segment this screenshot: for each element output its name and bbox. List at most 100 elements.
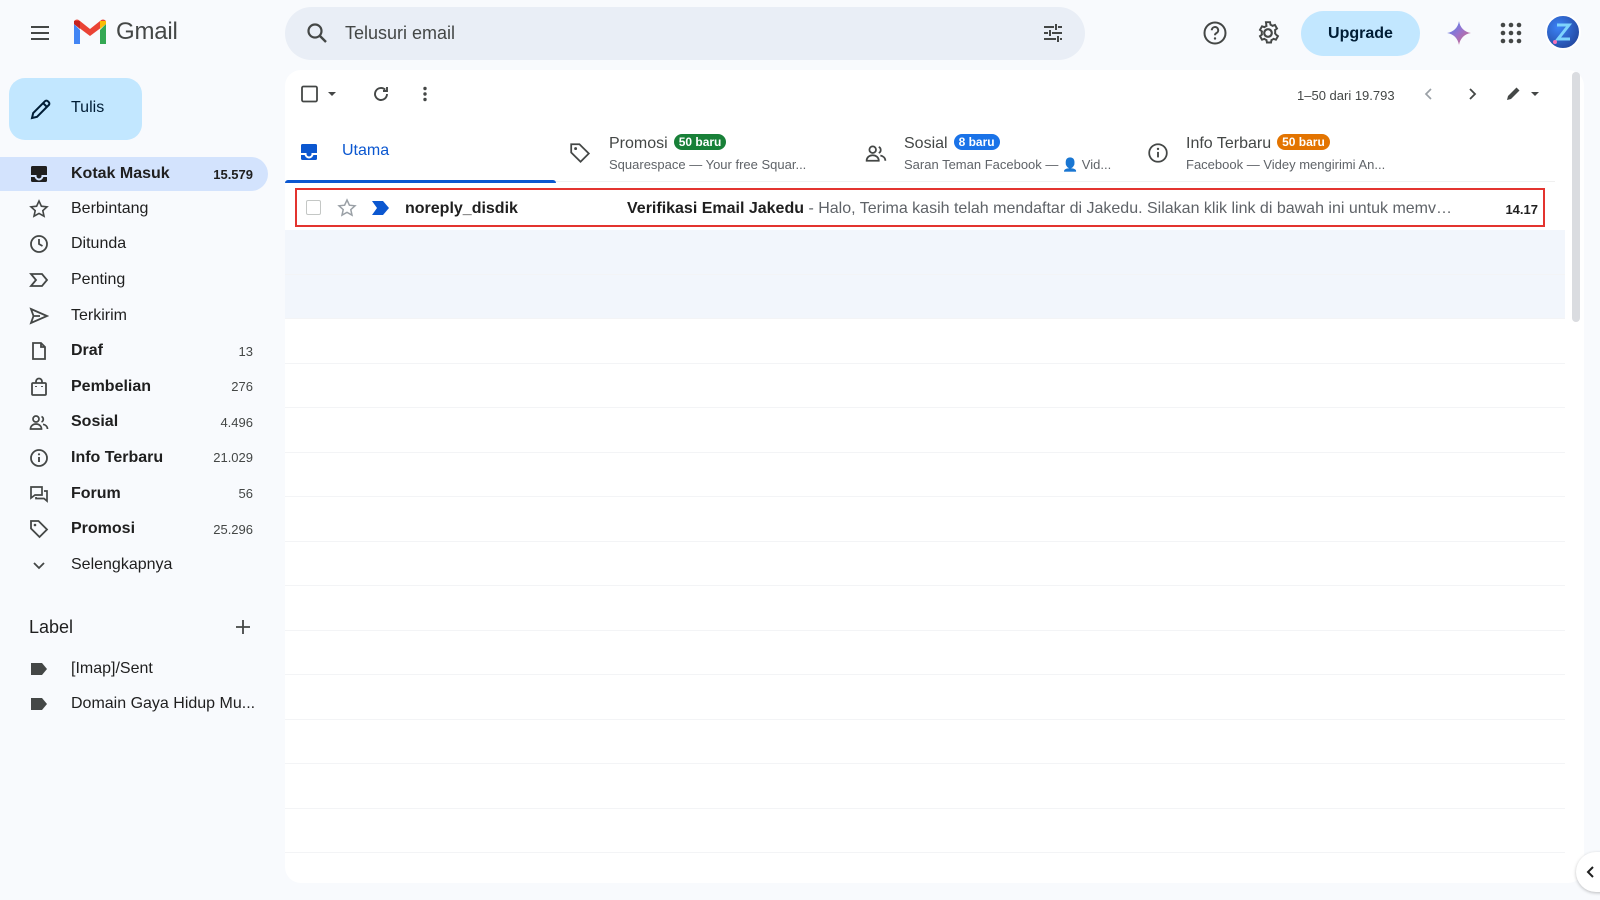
chevron-left-icon [1586, 866, 1594, 878]
sidebar-item-starred[interactable]: Berbintang [0, 191, 268, 227]
list-row-placeholder [285, 364, 1565, 408]
email-row[interactable]: noreply_disdik Verifikasi Email Jakedu -… [295, 188, 1545, 227]
refresh-icon [374, 87, 388, 101]
sidebar-item-inbox[interactable]: Kotak Masuk 15.579 [0, 157, 268, 191]
sidebar-item-sent[interactable]: Terkirim [0, 298, 268, 334]
avatar-image [1553, 23, 1573, 44]
sidebar-item-more[interactable]: Selengkapnya [0, 547, 268, 583]
sidebar-item-label: Pembelian [71, 377, 152, 395]
sidebar-item-updates[interactable]: Info Terbaru 21.029 [0, 440, 268, 476]
forum-icon [29, 484, 49, 504]
select-all-checkbox[interactable] [293, 76, 349, 112]
search-options-icon[interactable] [1041, 21, 1065, 45]
account-avatar[interactable] [1545, 14, 1581, 50]
sidebar-item-label: Kotak Masuk [71, 165, 170, 182]
help-icon [1203, 21, 1227, 45]
gemini-sparkle-icon [1447, 21, 1471, 45]
star-toggle-icon[interactable] [337, 198, 357, 218]
support-button[interactable] [1195, 13, 1235, 53]
chevron-right-icon [1469, 88, 1477, 100]
label-item-imap-sent[interactable]: [Imap]/Sent [0, 651, 268, 687]
chevron-down-icon [29, 555, 49, 575]
email-time: 14.17 [1505, 202, 1538, 217]
gemini-button[interactable] [1439, 13, 1479, 53]
mail-toolbar: 1–50 dari 19.793 [285, 70, 1584, 118]
more-options-button[interactable] [407, 76, 443, 112]
scrollbar-thumb[interactable] [1572, 72, 1580, 322]
tab-updates[interactable]: Info Terbaru 50 baru Facebook — Videy men… [1147, 126, 1437, 182]
label-icon [29, 659, 49, 679]
upgrade-button[interactable]: Upgrade [1301, 11, 1420, 56]
settings-button[interactable] [1248, 13, 1288, 53]
google-apps-button[interactable] [1491, 13, 1531, 53]
email-snippet: Verifikasi Email Jakedu - Halo, Terima k… [627, 200, 1457, 218]
people-icon [865, 142, 887, 164]
email-select-checkbox[interactable] [306, 200, 321, 215]
sidebar-item-social[interactable]: Sosial 4.496 [0, 405, 268, 441]
inbox-icon [299, 142, 319, 162]
important-icon [29, 270, 49, 290]
tab-subtitle: Saran Teman Facebook — 👤 Vid... [904, 157, 1112, 172]
sidebar-item-forums[interactable]: Forum 56 [0, 476, 268, 512]
sidebar-item-snoozed[interactable]: Ditunda [0, 227, 268, 263]
label-item-domain-gaya-hidup[interactable]: Domain Gaya Hidup Mu... [0, 687, 268, 723]
list-row-placeholder [285, 408, 1565, 453]
app-name: Gmail [116, 18, 178, 45]
main-menu-button[interactable] [20, 13, 60, 53]
compose-button[interactable]: Tulis [9, 78, 142, 140]
category-tabs: Utama Promosi 50 baru Squarespace — Your … [285, 126, 1555, 183]
tab-primary[interactable]: Utama [285, 126, 556, 183]
tab-subtitle: Facebook — Videy mengirimi An... [1186, 157, 1386, 172]
sidebar-item-count: 276 [231, 379, 253, 395]
newer-page-button[interactable] [1411, 76, 1447, 112]
mail-list-scrollbar[interactable] [1568, 70, 1584, 883]
label-item-name: [Imap]/Sent [71, 659, 153, 677]
sidebar-item-promotions[interactable]: Promosi 25.296 [0, 511, 268, 547]
sidebar-item-count: 13 [238, 343, 253, 359]
new-count-badge: 8 baru [953, 134, 1000, 150]
list-row-placeholder [285, 631, 1565, 675]
sidebar-item-purchases[interactable]: Pembelian 276 [0, 369, 268, 405]
compose-label: Tulis [71, 99, 105, 116]
info-icon [1147, 142, 1169, 164]
gmail-logo[interactable]: Gmail [72, 18, 178, 46]
refresh-button[interactable] [363, 76, 399, 112]
clock-icon [29, 234, 49, 254]
mail-list-panel: 1–50 dari 19.793 Utama Promosi 50 baru Sq… [285, 70, 1584, 883]
tab-promotions[interactable]: Promosi 50 baru Squarespace — Your free S… [569, 126, 839, 182]
tab-subtitle: Squarespace — Your free Squar... [609, 157, 807, 172]
sidebar-item-label: Terkirim [71, 306, 127, 324]
sidebar-item-count: 4.496 [220, 414, 253, 430]
send-icon [29, 306, 49, 326]
older-page-button[interactable] [1454, 76, 1490, 112]
search-icon[interactable] [305, 21, 329, 45]
tab-title: Utama [342, 142, 390, 159]
list-row-placeholder [285, 720, 1565, 764]
active-tab-indicator [285, 180, 556, 183]
input-tools-button[interactable] [1497, 76, 1549, 112]
label-item-name: Domain Gaya Hidup Mu... [71, 695, 256, 713]
tab-social[interactable]: Sosial 8 baru Saran Teman Facebook — 👤 Vi… [865, 126, 1135, 182]
empty-list-area [285, 230, 1565, 853]
sidebar-nav: Kotak Masuk 15.579 Berbintang Ditunda Pe… [0, 157, 268, 583]
sidebar-item-label: Berbintang [71, 199, 149, 217]
email-sender: noreply_disdik [405, 200, 518, 217]
sidebar-item-label: Promosi [71, 520, 136, 538]
plus-icon [236, 620, 250, 634]
tag-icon [29, 519, 49, 539]
labels-list: [Imap]/Sent Domain Gaya Hidup Mu... [0, 651, 268, 722]
sidebar-item-important[interactable]: Penting [0, 262, 268, 298]
sidebar-item-label: Ditunda [71, 235, 127, 253]
top-bar: Gmail Upgrade [0, 0, 1600, 66]
search-input[interactable] [345, 7, 1005, 60]
labels-title: Label [29, 617, 74, 637]
list-row-placeholder [285, 675, 1565, 720]
create-label-button[interactable] [227, 611, 259, 643]
sidebar-item-count: 56 [238, 486, 253, 502]
new-count-badge: 50 baru [673, 134, 727, 150]
pagination-text: 1–50 dari 19.793 [1297, 88, 1395, 103]
list-row-placeholder [285, 453, 1565, 497]
sidebar-item-drafts[interactable]: Draf 13 [0, 333, 268, 369]
important-marker-icon[interactable] [371, 200, 391, 216]
tag-icon [569, 142, 591, 164]
